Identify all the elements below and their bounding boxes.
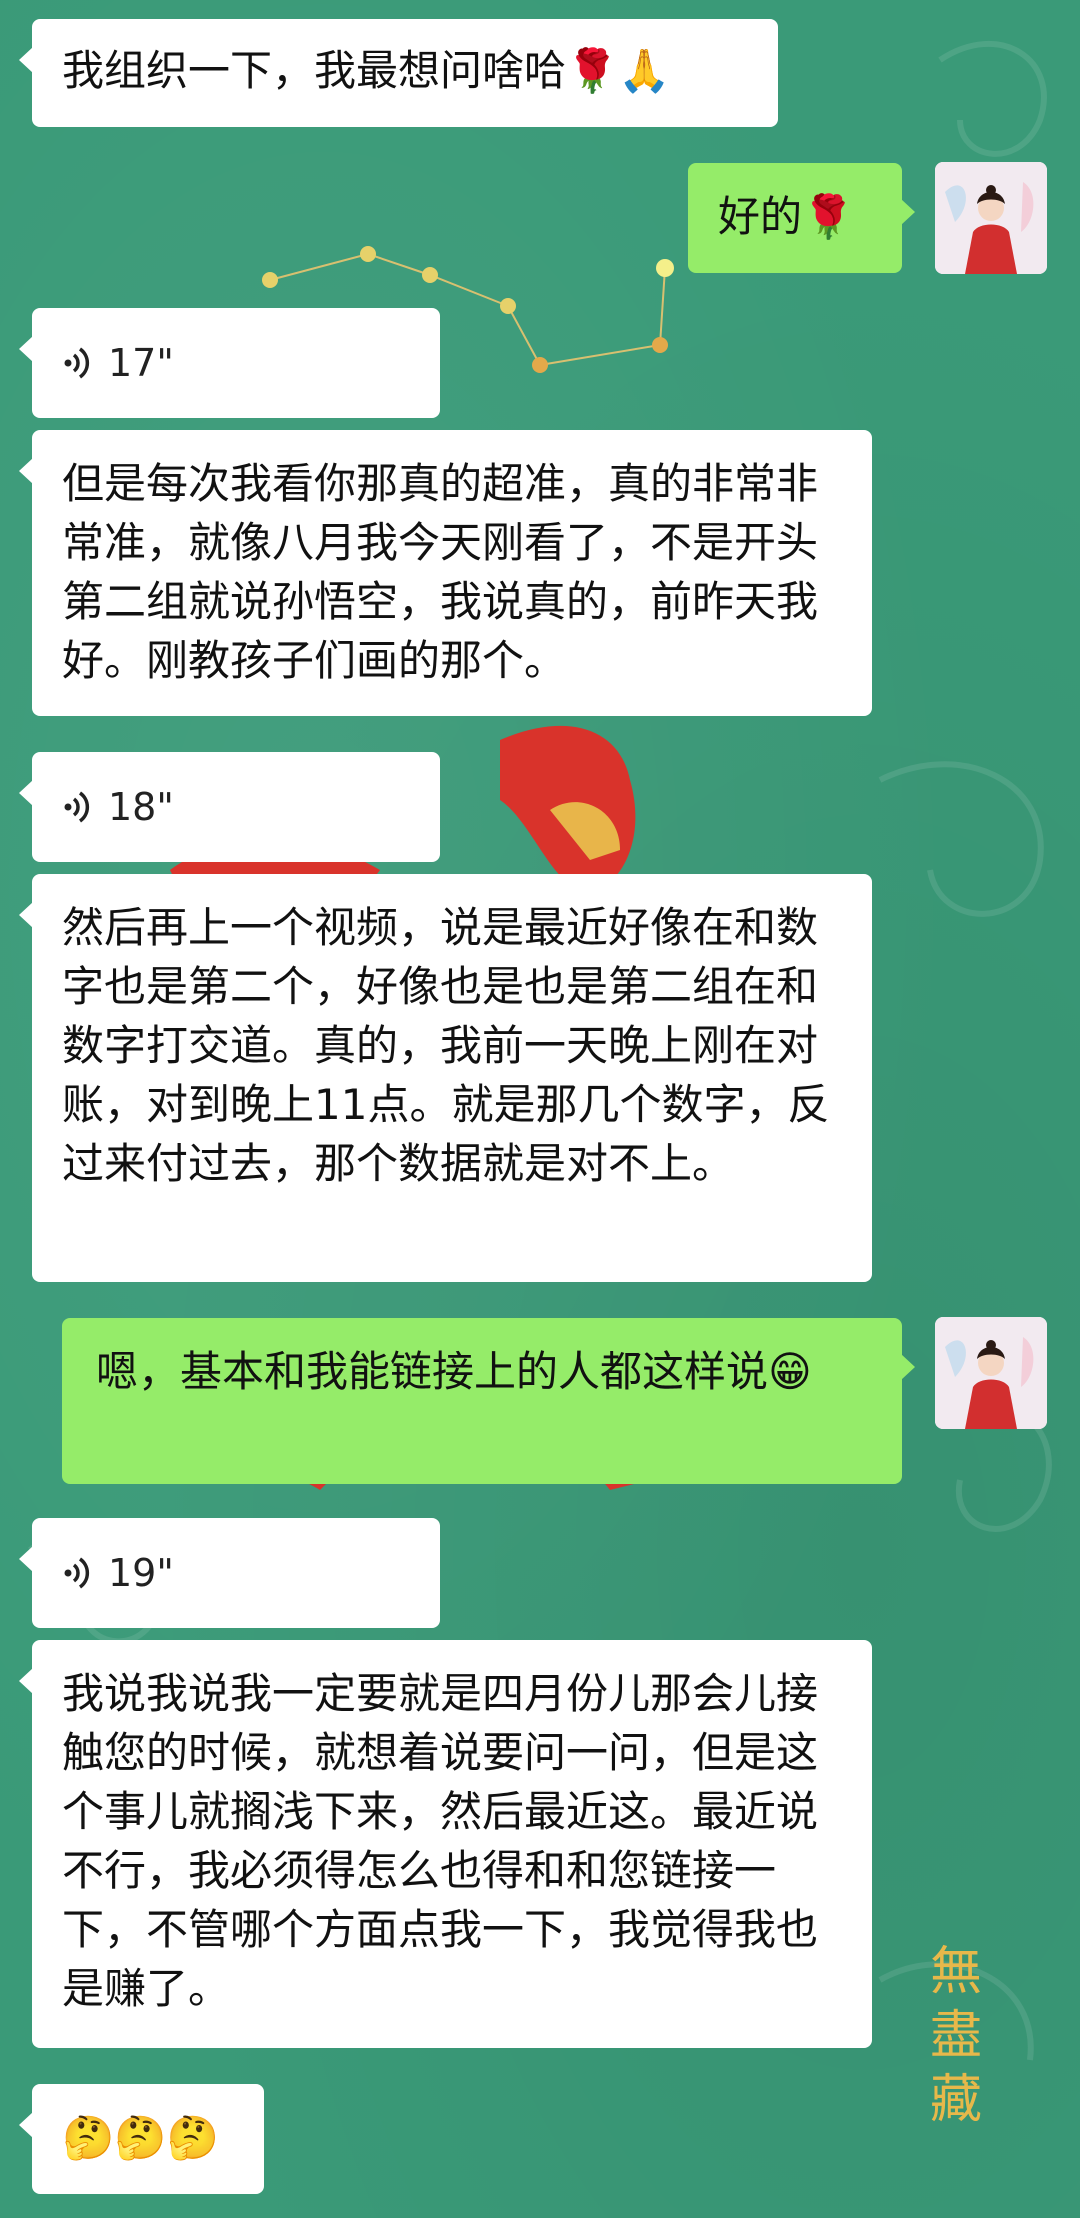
message-bubble-left[interactable]: 但是每次我看你那真的超准，真的非常非常准，就像八月我今天刚看了，不是开头第二组就… xyxy=(19,430,872,716)
message-bubble-left[interactable]: 我组织一下，我最想问啥哈🌹🙏 xyxy=(19,19,778,127)
message-bubble-left[interactable]: 🤔🤔🤔 xyxy=(19,2084,264,2194)
message-bubble-left[interactable]: 然后再上一个视频，说是最近好像在和数字也是第二个，好像也是也是第二组在和数字打交… xyxy=(19,874,872,1282)
voice-wave-icon xyxy=(64,347,90,379)
message-text: 我组织一下，我最想问啥哈🌹🙏 xyxy=(62,46,671,95)
voice-duration: 18" xyxy=(108,784,174,829)
message-text: 好的🌹 xyxy=(718,192,855,241)
avatar-image xyxy=(935,1317,1047,1429)
message-text: 嗯，基本和我能链接上的人都这样说😁 xyxy=(96,1347,812,1396)
message-bubble-right[interactable]: 嗯，基本和我能链接上的人都这样说😁 xyxy=(62,1318,915,1484)
voice-duration: 19" xyxy=(108,1550,174,1595)
voice-message-bubble[interactable]: 18" xyxy=(19,752,440,862)
message-bubble-left[interactable]: 我说我说我一定要就是四月份儿那会儿接触您的时候，就想着说要问一问，但是这个事儿就… xyxy=(19,1640,872,2048)
message-text: 然后再上一个视频，说是最近好像在和数字也是第二个，好像也是也是第二组在和数字打交… xyxy=(62,903,830,1188)
message-text: 🤔🤔🤔 xyxy=(62,2113,219,2162)
voice-wave-icon xyxy=(64,1557,90,1589)
avatar[interactable] xyxy=(935,1317,1047,1429)
message-text: 但是每次我看你那真的超准，真的非常非常准，就像八月我今天刚看了，不是开头第二组就… xyxy=(62,459,819,685)
message-bubble-right[interactable]: 好的🌹 xyxy=(688,163,915,273)
voice-message-bubble[interactable]: 19" xyxy=(19,1518,440,1628)
voice-message-bubble[interactable]: 17" xyxy=(19,308,440,418)
avatar[interactable] xyxy=(935,162,1047,274)
message-text: 我说我说我一定要就是四月份儿那会儿接触您的时候，就想着说要问一问，但是这个事儿就… xyxy=(62,1669,819,2013)
voice-duration: 17" xyxy=(108,340,174,385)
watermark-text: 無盡藏 xyxy=(930,1942,983,2130)
avatar-image xyxy=(935,162,1047,274)
voice-wave-icon xyxy=(64,791,90,823)
